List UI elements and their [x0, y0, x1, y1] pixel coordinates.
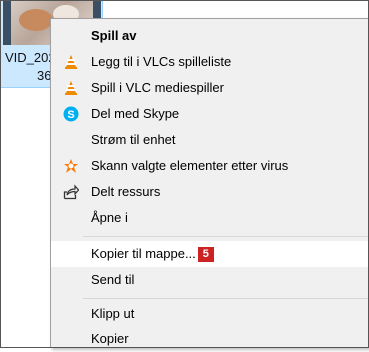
menu-item-copy-to-folder[interactable]: Kopier til mappe... 5 — [51, 241, 369, 267]
thumbnail-shape — [19, 9, 53, 31]
menu-item-scan-for-viruses[interactable]: Skann valgte elementer etter virus — [51, 153, 369, 179]
avast-icon — [63, 158, 79, 174]
menu-item-label: Kopier — [91, 331, 129, 346]
menu-item-label: Del med Skype — [91, 106, 180, 121]
menu-item-label: Legg til i VLCs spilleliste — [91, 54, 232, 69]
menu-item-copy[interactable]: Kopier — [51, 326, 369, 352]
menu-item-cast-to-device[interactable]: Strøm til enhet — [51, 127, 369, 153]
menu-item-label: Skann valgte elementer etter virus — [91, 158, 289, 173]
menu-separator — [83, 298, 369, 299]
vlc-cone-icon — [63, 80, 79, 96]
menu-item-add-to-vlc-playlist[interactable]: Legg til i VLCs spilleliste — [51, 49, 369, 75]
menu-item-cut[interactable]: Klipp ut — [51, 301, 369, 327]
menu-item-label: Delt ressurs — [91, 184, 161, 199]
menu-item-open-with[interactable]: Åpne i — [51, 205, 369, 231]
menu-item-share-with-skype[interactable]: S Del med Skype — [51, 101, 369, 127]
desktop: VID_2020 36 Spill av Legg til i VLCs spi… — [0, 0, 369, 348]
menu-item-play-in-vlc[interactable]: Spill i VLC mediespiller — [51, 75, 369, 101]
menu-item-share[interactable]: Delt ressurs — [51, 179, 369, 205]
skype-icon: S — [63, 106, 79, 122]
menu-item-play[interactable]: Spill av — [51, 23, 369, 49]
menu-item-label: Spill av — [91, 28, 137, 43]
menu-item-send-to[interactable]: Send til — [51, 267, 369, 293]
share-icon — [63, 184, 79, 200]
menu-item-label: Strøm til enhet — [91, 132, 176, 147]
context-menu: Spill av Legg til i VLCs spilleliste Spi… — [50, 18, 369, 348]
menu-item-label: Spill i VLC mediespiller — [91, 80, 224, 95]
menu-item-label: Send til — [91, 272, 135, 287]
menu-item-label: Åpne i — [91, 210, 128, 225]
menu-separator — [83, 236, 369, 237]
menu-item-label: Kopier til mappe... 5 — [91, 246, 214, 263]
menu-item-label-text: Kopier til mappe... — [91, 246, 196, 261]
svg-text:S: S — [67, 109, 74, 121]
step-badge: 5 — [197, 247, 214, 263]
vlc-cone-icon — [63, 54, 79, 70]
menu-item-label: Klipp ut — [91, 306, 135, 321]
